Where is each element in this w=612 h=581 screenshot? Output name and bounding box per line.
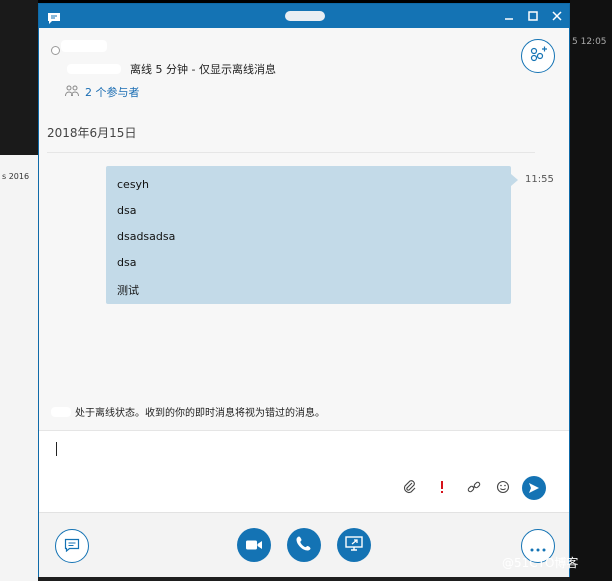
minimize-icon[interactable]: [497, 4, 521, 28]
more-icon: [530, 537, 546, 556]
send-icon: [528, 479, 540, 498]
video-button[interactable]: [237, 528, 271, 562]
background-app-right: [570, 0, 612, 581]
im-button[interactable]: [55, 529, 89, 563]
offline-notice: 处于离线状态。收到的你的即时消息将视为错过的消息。: [51, 404, 325, 419]
contact-status-redacted: [67, 64, 121, 74]
phone-icon: [296, 535, 312, 555]
chat-window: 离线 5 分钟 - 仅显示离线消息 2 个参与者 2018年6月15日 cesy…: [38, 3, 570, 577]
background-light-panel: [0, 155, 38, 581]
add-participants-button[interactable]: [521, 39, 555, 73]
title-bar[interactable]: [39, 4, 569, 28]
share-screen-button[interactable]: [337, 528, 371, 562]
message-line: 测试: [117, 284, 139, 297]
link-icon[interactable]: [466, 479, 482, 495]
message-line: dsadsadsa: [117, 230, 176, 243]
chat-icon: [47, 9, 61, 24]
status-text: 离线 5 分钟 - 仅显示离线消息: [130, 63, 276, 76]
maximize-icon[interactable]: [521, 4, 545, 28]
close-icon[interactable]: [545, 4, 569, 28]
message-input[interactable]: [39, 430, 569, 513]
offline-notice-text: 处于离线状态。收到的你的即时消息将视为错过的消息。: [75, 408, 325, 419]
contact-name-redacted: [61, 40, 107, 52]
conversation-header: 离线 5 分钟 - 仅显示离线消息 2 个参与者: [39, 28, 569, 104]
video-icon: [245, 536, 263, 555]
conversation-area[interactable]: 2018年6月15日 cesyh dsa dsadsadsa dsa 测试 11…: [39, 104, 569, 430]
message-line: dsa: [117, 256, 137, 269]
add-participants-icon: [529, 45, 547, 67]
emoji-icon[interactable]: [495, 479, 511, 495]
participants-icon: [65, 85, 79, 100]
message-timestamp: 11:55: [525, 174, 554, 185]
date-separator: 2018年6月15日: [47, 126, 137, 140]
message-line: dsa: [117, 204, 137, 217]
important-icon[interactable]: [434, 479, 450, 495]
participants-link[interactable]: 2 个参与者: [65, 84, 140, 100]
attach-icon[interactable]: [402, 479, 418, 495]
bubble-tail: [511, 174, 518, 186]
background-right-time: 5 12:05: [572, 37, 607, 47]
contact-name-redacted: [285, 11, 325, 21]
message-bubble[interactable]: cesyh dsa dsadsadsa dsa 测试: [106, 166, 511, 304]
watermark: @51CTO博客: [502, 556, 579, 570]
action-bar: [39, 512, 569, 577]
presence-indicator: [51, 46, 60, 55]
message-line: cesyh: [117, 178, 150, 191]
send-button[interactable]: [522, 476, 546, 500]
text-caret: [56, 442, 57, 456]
im-icon: [64, 537, 80, 556]
contact-name-redacted: [51, 406, 71, 417]
phone-button[interactable]: [287, 528, 321, 562]
date-divider: [47, 152, 535, 153]
share-screen-icon: [345, 535, 363, 555]
background-left-text: s 2016: [2, 172, 30, 181]
participants-label: 2 个参与者: [85, 86, 140, 99]
